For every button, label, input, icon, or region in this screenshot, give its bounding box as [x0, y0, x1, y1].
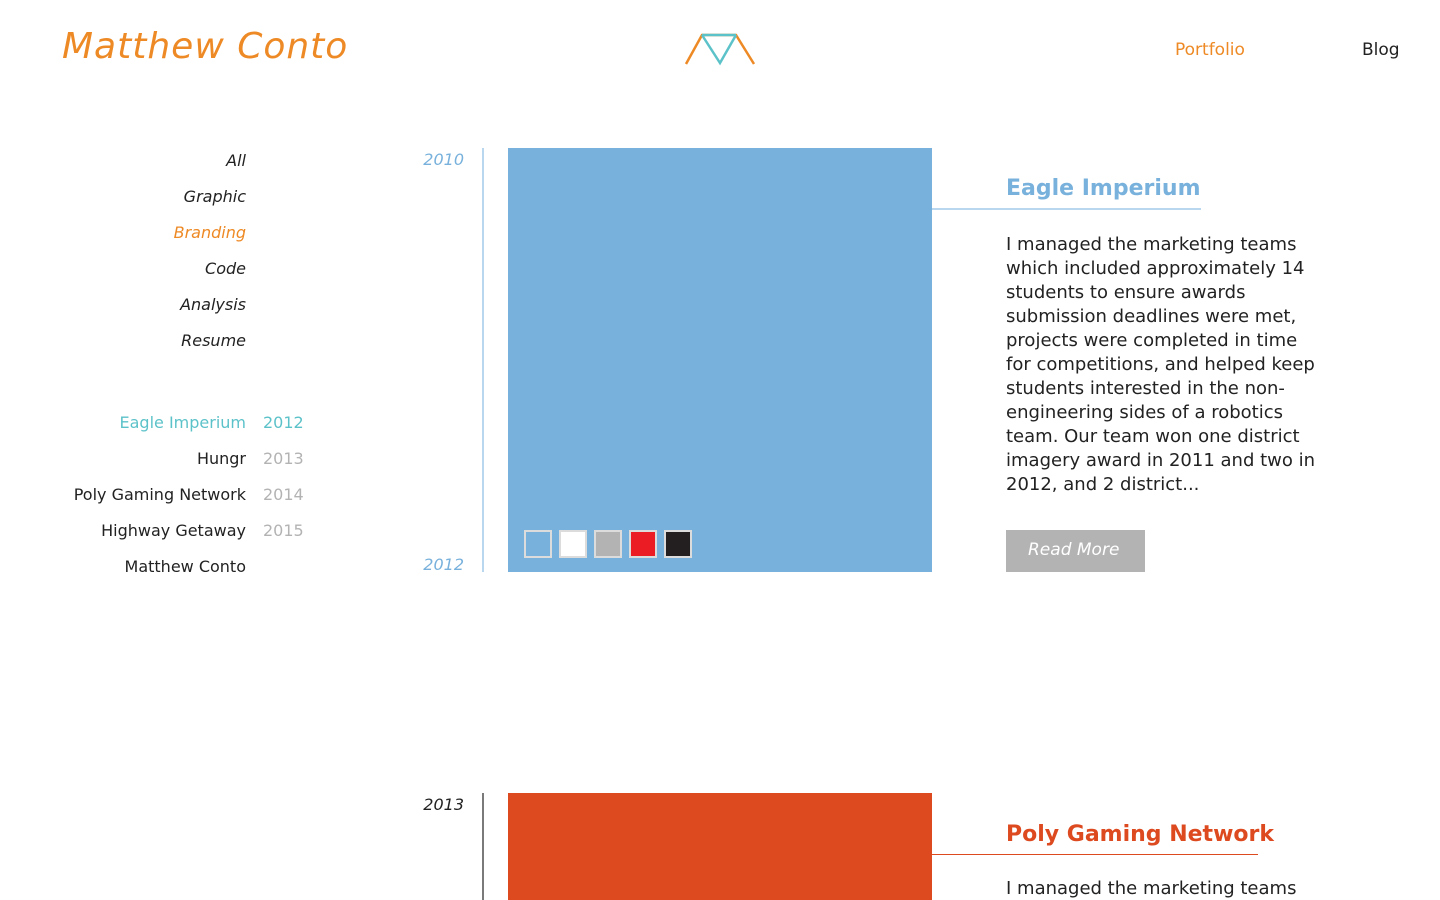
- project-year: 2014: [263, 485, 304, 504]
- project-row-poly-gaming-network[interactable]: Poly Gaming Network 2014: [20, 482, 320, 518]
- section-title[interactable]: Poly Gaming Network: [1006, 822, 1274, 847]
- category-resume[interactable]: Resume: [60, 328, 246, 364]
- nav-portfolio-link[interactable]: Portfolio: [1175, 40, 1245, 60]
- category-code[interactable]: Code: [60, 256, 246, 292]
- category-all[interactable]: All: [60, 148, 246, 184]
- category-branding[interactable]: Branding: [60, 220, 246, 256]
- mc-monogram-logo-icon[interactable]: [684, 30, 758, 66]
- palette-swatch: [664, 530, 692, 558]
- palette-swatch: [594, 530, 622, 558]
- title-underline: [932, 208, 1201, 210]
- project-image-placeholder[interactable]: [508, 793, 932, 900]
- project-year: 2012: [263, 413, 304, 432]
- section-title[interactable]: Eagle Imperium: [1006, 176, 1201, 201]
- timeline-line: [482, 793, 484, 900]
- project-row-highway-getaway[interactable]: Highway Getaway 2015: [20, 518, 320, 554]
- section-description: I managed the marketing teams: [1006, 878, 1297, 899]
- category-filter: All Graphic Branding Code Analysis Resum…: [60, 148, 246, 364]
- project-name[interactable]: Eagle Imperium: [120, 410, 247, 436]
- project-name[interactable]: Hungr: [197, 446, 246, 472]
- project-year: 2013: [263, 449, 304, 468]
- project-year: 2015: [263, 521, 304, 540]
- portfolio-page: Matthew Conto Portfolio Blog All Graphic…: [0, 0, 1440, 900]
- project-name[interactable]: Matthew Conto: [125, 554, 246, 580]
- title-underline: [932, 854, 1258, 855]
- section-description: I managed the marketing teams which incl…: [1006, 234, 1316, 495]
- timeline-end-year: 2012: [423, 555, 464, 574]
- palette-swatch: [559, 530, 587, 558]
- site-title[interactable]: Matthew Conto: [62, 26, 348, 67]
- project-index: Eagle Imperium 2012 Hungr 2013 Poly Gami…: [20, 410, 320, 590]
- nav-blog-link[interactable]: Blog: [1362, 40, 1400, 60]
- read-more-button[interactable]: Read More: [1006, 530, 1145, 572]
- timeline-start-year: 2010: [423, 150, 464, 169]
- palette-swatch: [524, 530, 552, 558]
- project-image-placeholder[interactable]: [508, 148, 932, 572]
- timeline-start-year: 2013: [423, 795, 464, 814]
- color-palette: [524, 530, 692, 558]
- project-row-eagle-imperium[interactable]: Eagle Imperium 2012: [20, 410, 320, 446]
- category-analysis[interactable]: Analysis: [60, 292, 246, 328]
- project-row-matthew-conto[interactable]: Matthew Conto: [20, 554, 320, 590]
- project-name[interactable]: Highway Getaway: [101, 518, 246, 544]
- timeline-line: [482, 148, 484, 572]
- project-name[interactable]: Poly Gaming Network: [74, 482, 246, 508]
- project-row-hungr[interactable]: Hungr 2013: [20, 446, 320, 482]
- palette-swatch: [629, 530, 657, 558]
- category-graphic[interactable]: Graphic: [60, 184, 246, 220]
